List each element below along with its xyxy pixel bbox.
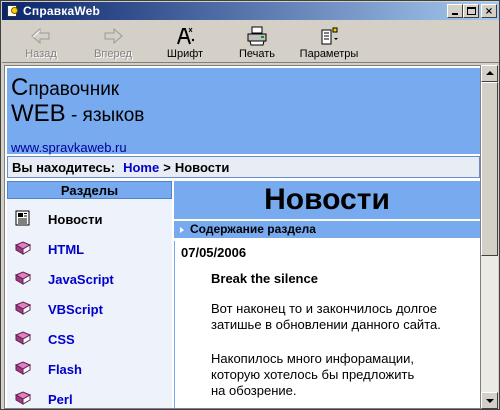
sidebar-item-label: Flash	[48, 362, 82, 377]
arrow-down-icon	[486, 399, 494, 403]
forward-label: Вперед	[94, 48, 132, 60]
title-bar[interactable]: СправкаWeb ×	[2, 2, 499, 20]
help-app-icon[interactable]	[5, 4, 19, 18]
scroll-down-button[interactable]	[481, 392, 498, 409]
news-paragraph-1: Вот наконец то и закончилось долгое зати…	[211, 301, 461, 333]
sidebar-item-flash[interactable]: Flash	[7, 354, 172, 384]
sidebar-item-label: Новости	[48, 212, 103, 227]
brand-initial-2: WEB	[11, 100, 66, 127]
news-line: Накопилось много инфорамации,	[211, 351, 415, 366]
printer-icon	[247, 26, 267, 46]
book-icon	[14, 301, 32, 315]
page-title: Новости	[174, 181, 480, 219]
breadcrumb-current: Новости	[174, 159, 230, 175]
sidebar-header: Разделы	[7, 181, 172, 199]
brand-initial-1: С	[11, 74, 29, 101]
news-line: на обозрение.	[211, 383, 297, 398]
section-header[interactable]: Содержание раздела	[174, 221, 480, 238]
back-label: Назад	[25, 48, 57, 60]
news-date: 07/05/2006	[181, 245, 247, 260]
forward-button[interactable]: Вперед	[90, 23, 136, 61]
sidebar-item-javascript[interactable]: JavaScript	[7, 264, 172, 294]
brand-line-1: Справочник	[11, 74, 119, 102]
arrow-left-icon	[31, 27, 50, 45]
app-window: СправкаWeb × Назад Вперед Шрифт Печать П…	[0, 0, 500, 410]
book-icon	[14, 391, 32, 405]
brand-rest-2: - языков	[65, 105, 145, 126]
arrow-right-icon	[104, 27, 123, 45]
breadcrumb: Вы находитесь: Home > Новости	[7, 156, 480, 178]
toolbar: Назад Вперед Шрифт Печать Параметры	[2, 21, 499, 63]
font-label: Шрифт	[166, 48, 204, 60]
sections-sidebar: Разделы Новости HTML JavaScript VBScript…	[7, 181, 172, 408]
news-line: Вот наконец то и закончилось долгое	[211, 301, 437, 316]
close-button[interactable]: ×	[481, 4, 497, 18]
triangle-right-icon	[180, 227, 184, 233]
news-line: которую хотелось бы предложить	[211, 367, 415, 382]
site-url-link[interactable]: www.spravkaweb.ru	[11, 140, 127, 155]
maximize-button[interactable]	[463, 4, 479, 18]
news-entry: 07/05/2006 Break the silence Вот наконец…	[174, 241, 480, 408]
breadcrumb-home-link[interactable]: Home	[123, 160, 159, 175]
newspaper-icon	[15, 210, 30, 226]
main-column: Новости Содержание раздела 07/05/2006 Br…	[174, 181, 480, 408]
section-header-label: Содержание раздела	[190, 222, 316, 236]
brand-line-2: WEB - языков	[11, 100, 144, 128]
site-banner: Справочник WEB - языков www.spravkaweb.r…	[7, 68, 480, 155]
brand-rest-1: правочник	[28, 79, 120, 100]
back-button[interactable]: Назад	[21, 23, 61, 61]
options-icon	[321, 27, 338, 45]
content-pane: Справочник WEB - языков www.spravkaweb.r…	[4, 65, 481, 409]
sidebar-item-label: HTML	[48, 242, 85, 257]
arrow-up-icon	[486, 71, 494, 75]
news-headline: Break the silence	[211, 271, 318, 286]
font-button[interactable]: Шрифт	[165, 23, 205, 61]
sidebar-item-perl[interactable]: Perl	[7, 384, 172, 408]
breadcrumb-prefix: Вы находитесь:	[12, 159, 116, 175]
window-title: СправкаWeb	[23, 4, 101, 18]
book-icon	[14, 361, 32, 375]
minimize-icon	[452, 13, 458, 15]
sidebar-item-css[interactable]: CSS	[7, 324, 172, 354]
sidebar-item-label: Perl	[48, 392, 73, 407]
minimize-button[interactable]	[447, 4, 463, 18]
scroll-up-button[interactable]	[481, 65, 498, 82]
sidebar-item-label: CSS	[48, 332, 75, 347]
options-label: Параметры	[299, 48, 359, 60]
print-label: Печать	[238, 48, 276, 60]
sidebar-item-label: JavaScript	[48, 272, 114, 287]
sidebar-item-html[interactable]: HTML	[7, 234, 172, 264]
book-icon	[14, 331, 32, 345]
close-icon: ×	[484, 5, 494, 17]
sidebar-item-news[interactable]: Новости	[7, 204, 172, 234]
options-button[interactable]: Параметры	[296, 23, 362, 61]
sidebar-item-label: VBScript	[48, 302, 103, 317]
scroll-thumb[interactable]	[481, 82, 498, 256]
book-icon	[14, 271, 32, 285]
window-controls: ×	[447, 4, 497, 18]
maximize-icon	[467, 7, 476, 15]
sidebar-item-vbscript[interactable]: VBScript	[7, 294, 172, 324]
news-line: затишье в обновлении данного сайта.	[211, 317, 441, 332]
print-button[interactable]: Печать	[235, 23, 279, 61]
book-icon	[14, 241, 32, 255]
font-icon	[177, 27, 195, 45]
news-paragraph-2: Накопилось много инфорамации, которую хо…	[211, 351, 461, 399]
vertical-scrollbar[interactable]	[481, 65, 498, 409]
breadcrumb-separator: >	[163, 159, 171, 175]
